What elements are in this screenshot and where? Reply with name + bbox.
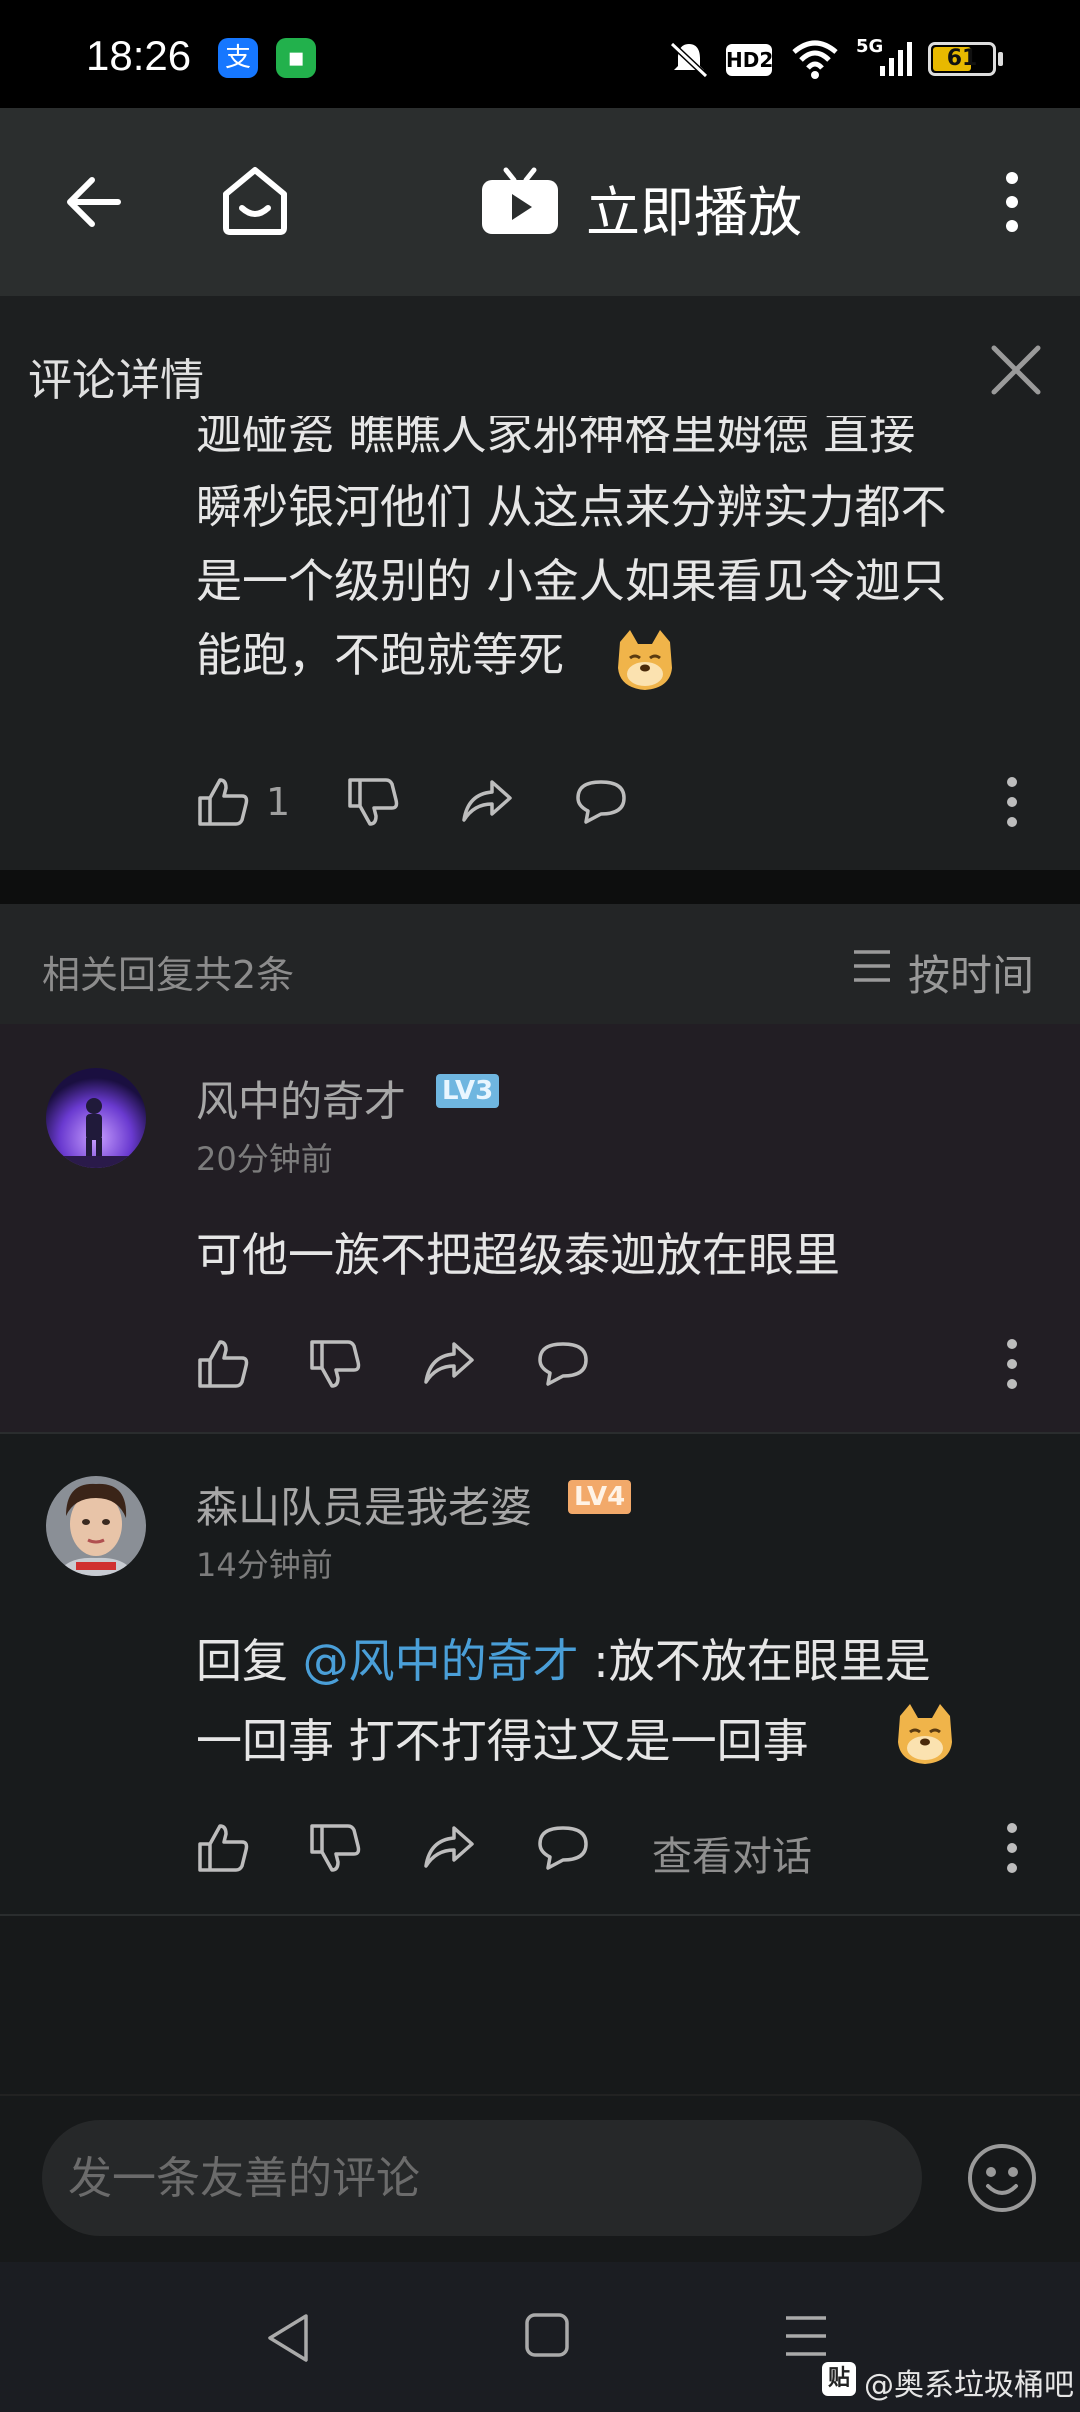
parent-comment-clip: 迦碰瓷 瞧瞧人家邪神格里姆德 直接 瞬秒银河他们 从这点来分辨实力都不 是一个级… xyxy=(0,416,1080,870)
reply-prefix: 回复 xyxy=(196,1634,303,1688)
reply-text-part: :放不放在眼里是 xyxy=(578,1634,931,1688)
section-divider xyxy=(0,870,1080,904)
reply-time: 20分钟前 xyxy=(196,1140,333,1178)
tieba-logo-icon: 贴 xyxy=(822,2362,856,2396)
reply-bubble-icon[interactable] xyxy=(574,774,628,828)
back-arrow-icon[interactable] xyxy=(62,170,126,234)
parent-comment-line: 是一个级别的 小金人如果看见令迦只 xyxy=(196,554,947,608)
dislike-icon[interactable] xyxy=(308,1338,362,1392)
battery-icon: 61 xyxy=(928,42,996,76)
like-icon[interactable] xyxy=(196,1820,250,1874)
mention-link[interactable]: @风中的奇才 xyxy=(303,1634,579,1688)
mute-icon xyxy=(669,41,709,79)
wifi-icon xyxy=(792,40,838,79)
view-conversation-link[interactable]: 查看对话 xyxy=(652,1824,812,1882)
alipay-icon: 支 xyxy=(218,38,258,78)
parent-comment-line: 能跑，不跑就等死 xyxy=(196,628,564,682)
share-icon[interactable] xyxy=(422,1820,476,1874)
parent-comment-line: 迦碰瓷 瞧瞧人家邪神格里姆德 直接 xyxy=(196,416,916,460)
level-badge: LV3 xyxy=(436,1074,500,1108)
nav-menu-icon[interactable] xyxy=(784,2314,828,2358)
reply-bubble-icon[interactable] xyxy=(536,1336,590,1390)
sort-by-time-button[interactable]: 按时间 xyxy=(908,942,1034,1003)
reply-more-icon[interactable] xyxy=(1002,1336,1022,1392)
nav-home-icon[interactable] xyxy=(524,2312,570,2358)
reply-count-label: 相关回复共2条 xyxy=(42,953,295,997)
emoji-button-icon[interactable] xyxy=(966,2142,1038,2214)
parent-comment-line: 瞬秒银河他们 从这点来分辨实力都不 xyxy=(196,480,947,534)
username[interactable]: 风中的奇才 xyxy=(196,1068,406,1129)
avatar[interactable] xyxy=(46,1476,146,1576)
dislike-icon[interactable] xyxy=(346,776,400,830)
tv-play-icon[interactable] xyxy=(480,166,560,238)
watermark-text: @奥系垃圾桶吧 xyxy=(864,2368,1074,2403)
reply-bubble-icon[interactable] xyxy=(536,1820,590,1874)
doge-emoji-icon xyxy=(898,1704,952,1764)
play-now-title[interactable]: 立即播放 xyxy=(586,168,802,247)
comment-details-title: 评论详情 xyxy=(28,355,204,406)
reply-text-line: 一回事 打不打得过又是一回事 xyxy=(196,1714,809,1768)
username[interactable]: 森山队员是我老婆 xyxy=(196,1474,532,1535)
reply-more-icon[interactable] xyxy=(1002,1820,1022,1876)
reply-time: 14分钟前 xyxy=(196,1546,333,1584)
comment-more-icon[interactable] xyxy=(1002,774,1022,830)
dislike-icon[interactable] xyxy=(308,1822,362,1876)
sort-list-icon[interactable] xyxy=(852,948,892,984)
message-icon: ▪ xyxy=(276,38,316,78)
doge-emoji-icon xyxy=(618,630,672,690)
like-icon[interactable] xyxy=(196,1336,250,1390)
battery-level: 61 xyxy=(946,46,978,71)
like-count: 1 xyxy=(266,780,291,824)
level-badge: LV4 xyxy=(568,1480,632,1514)
signal-icon xyxy=(880,42,912,76)
reply-text-line: 回复 @风中的奇才 :放不放在眼里是 xyxy=(196,1624,931,1698)
like-icon[interactable] xyxy=(196,774,250,828)
avatar[interactable] xyxy=(46,1068,146,1168)
divider xyxy=(0,1914,1080,1916)
reply-text: 可他一族不把超级泰迦放在眼里 xyxy=(196,1228,840,1282)
share-icon[interactable] xyxy=(422,1336,476,1390)
battery-tip xyxy=(998,52,1003,66)
close-icon[interactable] xyxy=(990,344,1042,396)
comment-input[interactable] xyxy=(42,2120,922,2236)
home-icon[interactable] xyxy=(220,164,290,236)
share-icon[interactable] xyxy=(460,774,514,828)
status-time: 18:26 xyxy=(86,32,192,79)
nav-back-icon[interactable] xyxy=(264,2312,312,2364)
hd-icon: HD2 xyxy=(726,44,773,76)
more-options-icon[interactable] xyxy=(1002,170,1022,234)
